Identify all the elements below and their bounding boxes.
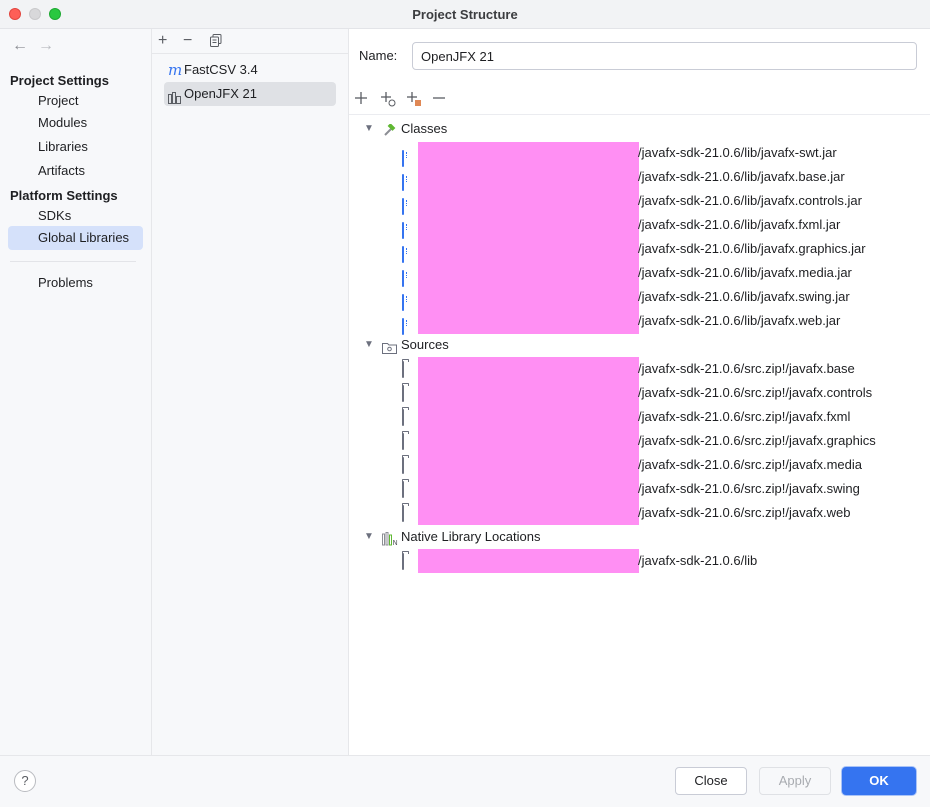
remove-icon[interactable] xyxy=(432,91,446,110)
list-item[interactable]: /javafx-sdk-21.0.6/lib/javafx-swt.jar xyxy=(349,141,930,167)
list-item[interactable]: /javafx-sdk-21.0.6/lib/javafx.web.jar xyxy=(349,309,930,335)
window-title: Project Structure xyxy=(412,7,518,22)
hammer-icon xyxy=(382,122,396,136)
svg-text:N: N xyxy=(393,539,398,546)
library-name-input[interactable] xyxy=(412,42,917,70)
list-item[interactable]: /javafx-sdk-21.0.6/src.zip!/javafx.media xyxy=(349,453,930,477)
list-item[interactable]: /javafx-sdk-21.0.6/src.zip!/javafx.base xyxy=(349,357,930,381)
remove-library-icon[interactable]: − xyxy=(183,32,192,50)
list-item[interactable]: /javafx-sdk-21.0.6/lib xyxy=(349,549,930,573)
copy-icon[interactable] xyxy=(210,34,222,52)
nav-item-artifacts[interactable]: Artifacts xyxy=(8,159,143,183)
list-item[interactable]: /javafx-sdk-21.0.6/src.zip!/javafx.graph… xyxy=(349,429,930,453)
list-item[interactable]: /javafx-sdk-21.0.6/src.zip!/javafx.contr… xyxy=(349,381,930,405)
chevron-down-icon[interactable]: ▼ xyxy=(364,117,374,141)
list-item[interactable]: /javafx-sdk-21.0.6/lib/javafx.media.jar xyxy=(349,261,930,287)
folder-icon xyxy=(402,505,404,522)
title-bar: Project Structure xyxy=(0,0,930,29)
folder-icon xyxy=(402,433,404,450)
nav-item-sdks[interactable]: SDKs xyxy=(8,204,143,228)
list-item[interactable]: /javafx-sdk-21.0.6/src.zip!/javafx.web xyxy=(349,501,930,525)
ok-button[interactable]: OK xyxy=(842,767,916,795)
nav-divider xyxy=(10,261,136,262)
list-item[interactable]: /javafx-sdk-21.0.6/lib/javafx.swing.jar xyxy=(349,285,930,311)
classes-label: Classes xyxy=(401,121,448,136)
list-item[interactable]: /javafx-sdk-21.0.6/src.zip!/javafx.fxml xyxy=(349,405,930,429)
library-icon xyxy=(168,88,181,112)
project-settings-header: Project Settings xyxy=(10,73,109,88)
list-item[interactable]: /javafx-sdk-21.0.6/lib/javafx.base.jar xyxy=(349,165,930,191)
chevron-down-icon[interactable]: ▼ xyxy=(364,525,374,549)
library-item-label: FastCSV 3.4 xyxy=(184,62,258,77)
folder-icon xyxy=(402,409,404,426)
settings-nav-pane: ← → Project Settings Project Modules Lib… xyxy=(0,29,152,755)
help-button[interactable]: ? xyxy=(14,770,36,792)
arrow-right-icon[interactable]: → xyxy=(38,37,54,55)
library-item-openjfx[interactable]: OpenJFX 21 xyxy=(164,82,336,106)
platform-settings-header: Platform Settings xyxy=(10,188,118,203)
list-item[interactable]: /javafx-sdk-21.0.6/src.zip!/javafx.swing xyxy=(349,477,930,501)
nav-item-problems[interactable]: Problems xyxy=(8,271,143,295)
sources-label: Sources xyxy=(401,337,449,352)
library-item-label: OpenJFX 21 xyxy=(184,86,257,101)
library-list-toolbar: + − xyxy=(152,29,348,54)
tree-node-native-library-locations[interactable]: ▼ N Native Library Locations xyxy=(349,525,930,549)
list-item[interactable]: /javafx-sdk-21.0.6/lib/javafx.controls.j… xyxy=(349,189,930,215)
folder-icon xyxy=(402,361,404,378)
dialog-button-bar: ? Close Apply OK xyxy=(0,755,930,807)
arrow-left-icon[interactable]: ← xyxy=(12,37,28,55)
list-item[interactable]: /javafx-sdk-21.0.6/lib/javafx.fxml.jar xyxy=(349,213,930,239)
add-native-icon[interactable] xyxy=(406,91,422,112)
close-button[interactable]: Close xyxy=(675,767,747,795)
native-library-locations-label: Native Library Locations xyxy=(401,529,541,544)
nav-item-libraries[interactable]: Libraries xyxy=(8,135,143,159)
maven-icon: m xyxy=(168,61,183,79)
library-detail-pane: Name: ▼ Classes /javafx-sdk-21.0.6/lib/j… xyxy=(349,29,930,755)
nav-item-global-libraries[interactable]: Global Libraries xyxy=(8,226,143,250)
chevron-down-icon[interactable]: ▼ xyxy=(364,333,374,357)
folder-icon xyxy=(402,481,404,498)
native-library-icon: N xyxy=(382,530,398,547)
folder-icon xyxy=(402,553,404,570)
add-config-icon[interactable] xyxy=(380,91,396,112)
nav-item-project[interactable]: Project xyxy=(8,89,143,113)
apply-button[interactable]: Apply xyxy=(759,767,831,795)
folder-icon xyxy=(402,385,404,402)
add-icon[interactable] xyxy=(354,91,368,110)
tree-node-classes[interactable]: ▼ Classes xyxy=(349,117,930,141)
name-label: Name: xyxy=(359,48,398,63)
library-item-fastcsv[interactable]: m FastCSV 3.4 xyxy=(164,58,336,82)
tree-node-sources[interactable]: ▼ Sources xyxy=(349,333,930,357)
add-library-icon[interactable]: + xyxy=(158,32,167,50)
library-list-pane: + − m FastCSV 3.4 OpenJFX 21 xyxy=(152,29,349,755)
list-item[interactable]: /javafx-sdk-21.0.6/lib/javafx.graphics.j… xyxy=(349,237,930,263)
source-folder-icon xyxy=(382,338,397,354)
toolbar-divider xyxy=(349,114,930,115)
folder-icon xyxy=(402,457,404,474)
nav-item-modules[interactable]: Modules xyxy=(8,111,143,135)
library-roots-toolbar xyxy=(349,89,930,113)
